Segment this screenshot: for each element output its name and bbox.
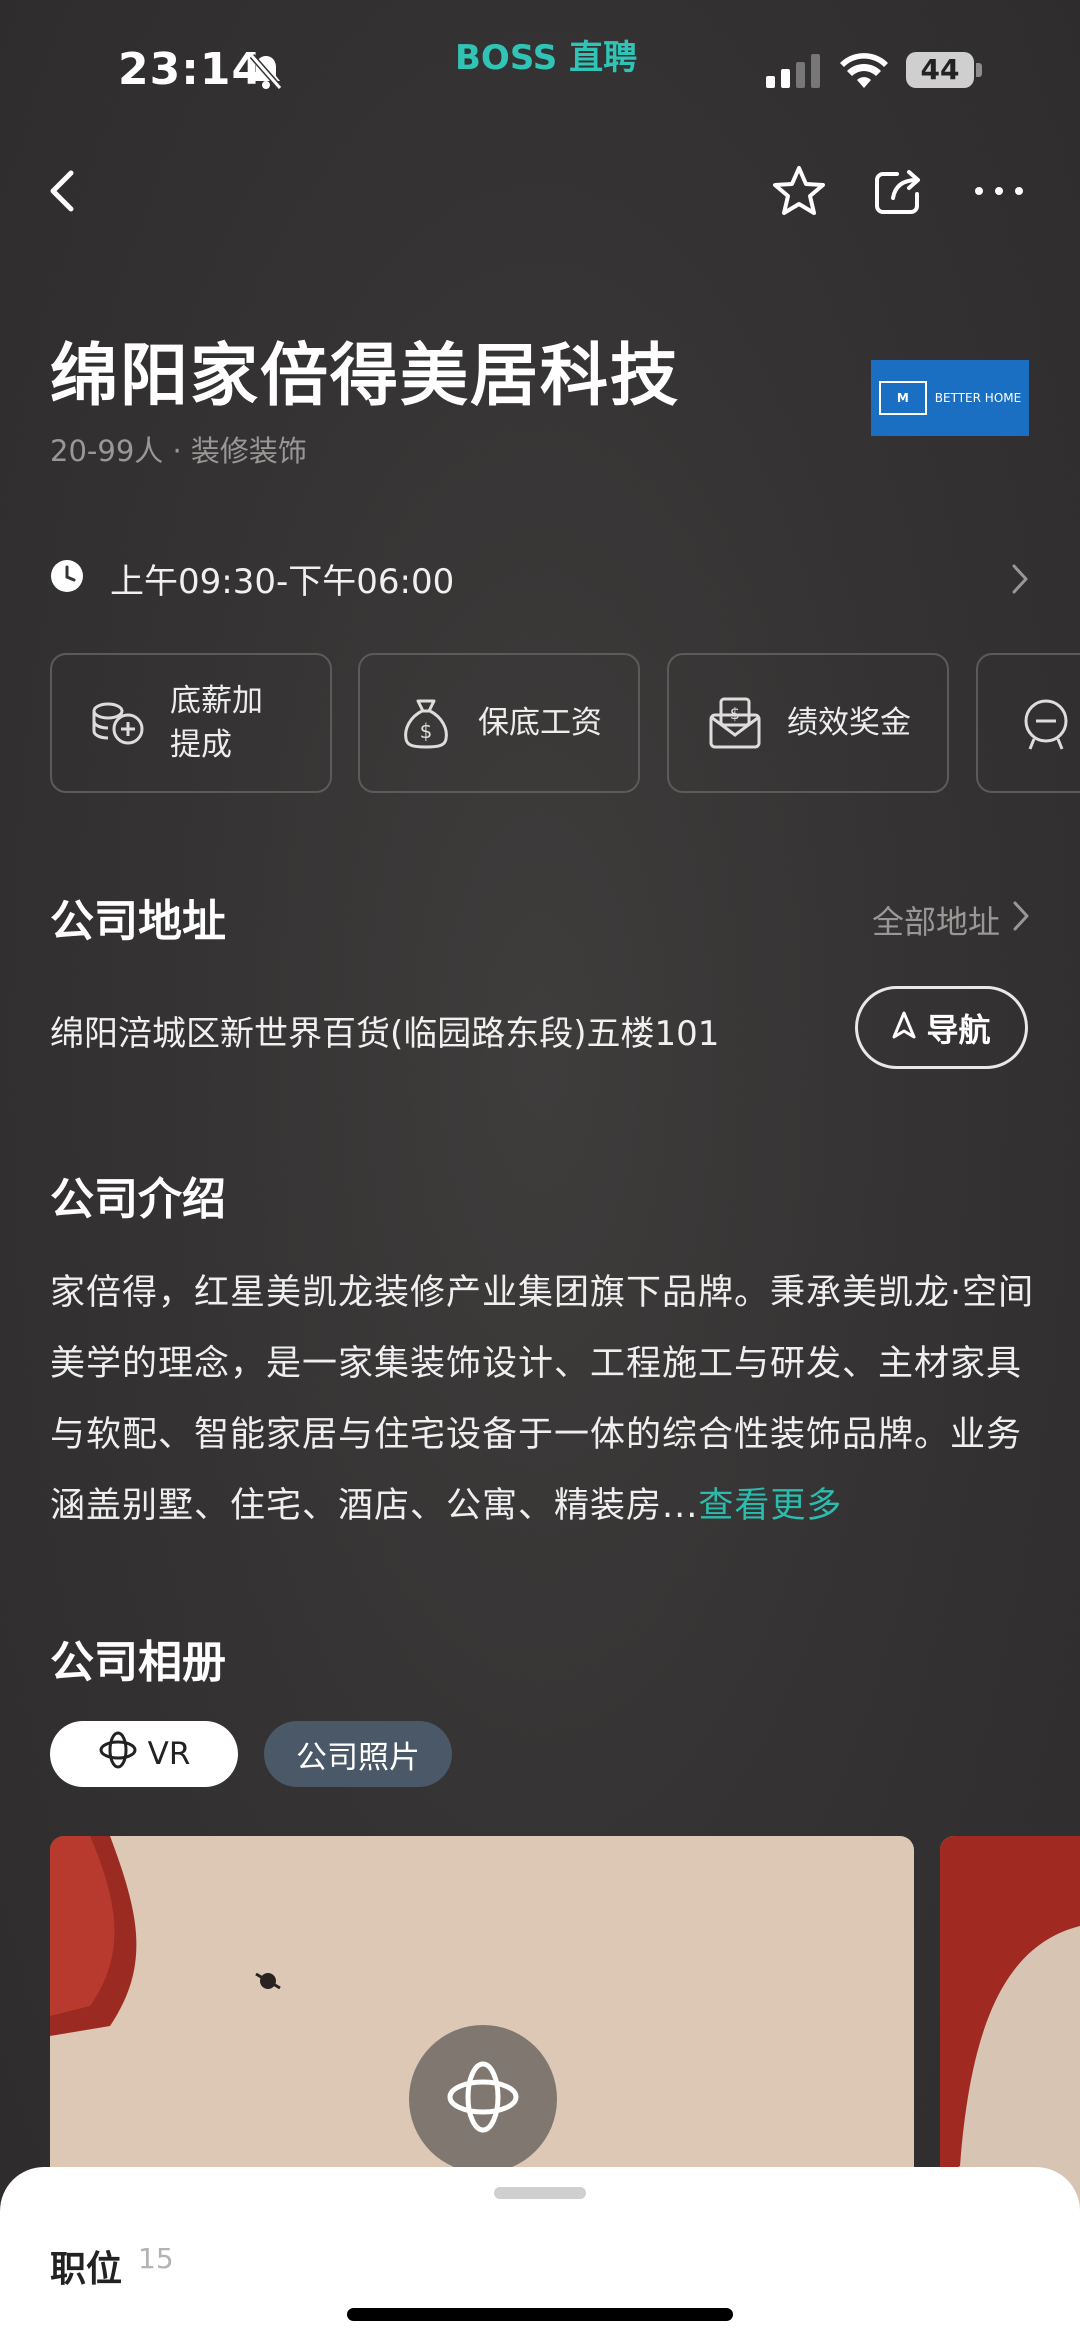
navigation-arrow-icon bbox=[892, 1009, 916, 1047]
benefit-card-commission[interactable]: 底薪加 提成 bbox=[50, 653, 332, 793]
home-indicator[interactable] bbox=[347, 2308, 733, 2321]
svg-text:$: $ bbox=[730, 704, 740, 723]
navigate-button[interactable]: 导航 bbox=[855, 986, 1028, 1069]
battery-tip bbox=[976, 63, 982, 77]
all-address-link[interactable]: 全部地址 bbox=[872, 897, 1030, 943]
benefit-card-partial[interactable] bbox=[976, 653, 1080, 793]
benefit-label: 底薪加 提成 bbox=[170, 683, 263, 763]
svg-text:$: $ bbox=[420, 719, 433, 743]
benefit-card-base-salary[interactable]: $ 保底工资 bbox=[358, 653, 640, 793]
intro-text: 家倍得，红星美凯龙装修产业集团旗下品牌。秉承美凯龙·空间美学的理念，是一家集装饰… bbox=[50, 1273, 1035, 1526]
address-section-title: 公司地址 bbox=[50, 896, 226, 947]
benefit-label: 保底工资 bbox=[478, 705, 602, 741]
tab-company-photos[interactable]: 公司照片 bbox=[264, 1721, 452, 1787]
company-logo[interactable]: M BETTER HOME bbox=[871, 360, 1029, 436]
share-icon[interactable] bbox=[866, 158, 932, 224]
working-hours-row[interactable]: 上午09:30-下午06:00 bbox=[50, 548, 1030, 608]
company-address: 绵阳涪城区新世界百货(临园路东段)五楼101 bbox=[50, 1014, 720, 1054]
jobs-count: 15 bbox=[138, 2242, 174, 2275]
company-intro: 家倍得，红星美凯龙装修产业集团旗下品牌。秉承美凯龙·空间美学的理念，是一家集装饰… bbox=[50, 1258, 1040, 1542]
vr-icon bbox=[444, 2058, 522, 2140]
logo-mark: M bbox=[878, 381, 927, 415]
vr-play-button[interactable] bbox=[409, 2025, 557, 2173]
benefit-partial-icon bbox=[1016, 693, 1076, 753]
vr-icon bbox=[98, 1730, 138, 1778]
all-address-label: 全部地址 bbox=[871, 903, 1000, 941]
coins-plus-icon bbox=[88, 693, 148, 753]
album-section-title: 公司相册 bbox=[50, 1637, 226, 1688]
money-bag-icon: $ bbox=[396, 693, 456, 753]
benefit-label: 绩效奖金 bbox=[787, 705, 911, 741]
album-photo-next[interactable] bbox=[940, 1836, 1080, 2216]
chevron-right-icon bbox=[1012, 900, 1030, 940]
back-icon[interactable] bbox=[30, 158, 96, 224]
wifi-icon bbox=[838, 50, 890, 94]
benefit-card-bonus[interactable]: $ 绩效奖金 bbox=[667, 653, 949, 793]
view-more-link[interactable]: 查看更多 bbox=[698, 1486, 842, 1526]
tab-vr-label: VR bbox=[147, 1736, 191, 1772]
envelope-dollar-icon: $ bbox=[705, 693, 765, 753]
sheet-drag-handle[interactable] bbox=[494, 2187, 586, 2199]
star-icon[interactable] bbox=[766, 158, 832, 224]
clock-icon bbox=[50, 559, 84, 597]
navigate-label: 导航 bbox=[926, 1010, 991, 1049]
working-hours-text: 上午09:30-下午06:00 bbox=[110, 561, 455, 602]
chevron-right-icon bbox=[1010, 562, 1030, 600]
signal-icon bbox=[766, 54, 822, 94]
jobs-label: 职位 bbox=[50, 2249, 123, 2290]
intro-section-title: 公司介绍 bbox=[50, 1174, 226, 1225]
more-icon[interactable] bbox=[966, 158, 1032, 224]
company-meta: 20-99人 · 装修装饰 bbox=[50, 434, 307, 468]
bell-muted-icon bbox=[248, 52, 284, 96]
status-time: 23:14 bbox=[118, 44, 264, 95]
brand-logo-text: BOSS 直聘 bbox=[455, 38, 638, 78]
company-name: 绵阳家倍得美居科技 bbox=[50, 337, 681, 416]
logo-text: BETTER HOME bbox=[934, 390, 1022, 405]
battery-icon: 44 bbox=[906, 52, 974, 88]
tab-vr[interactable]: VR bbox=[50, 1721, 238, 1787]
